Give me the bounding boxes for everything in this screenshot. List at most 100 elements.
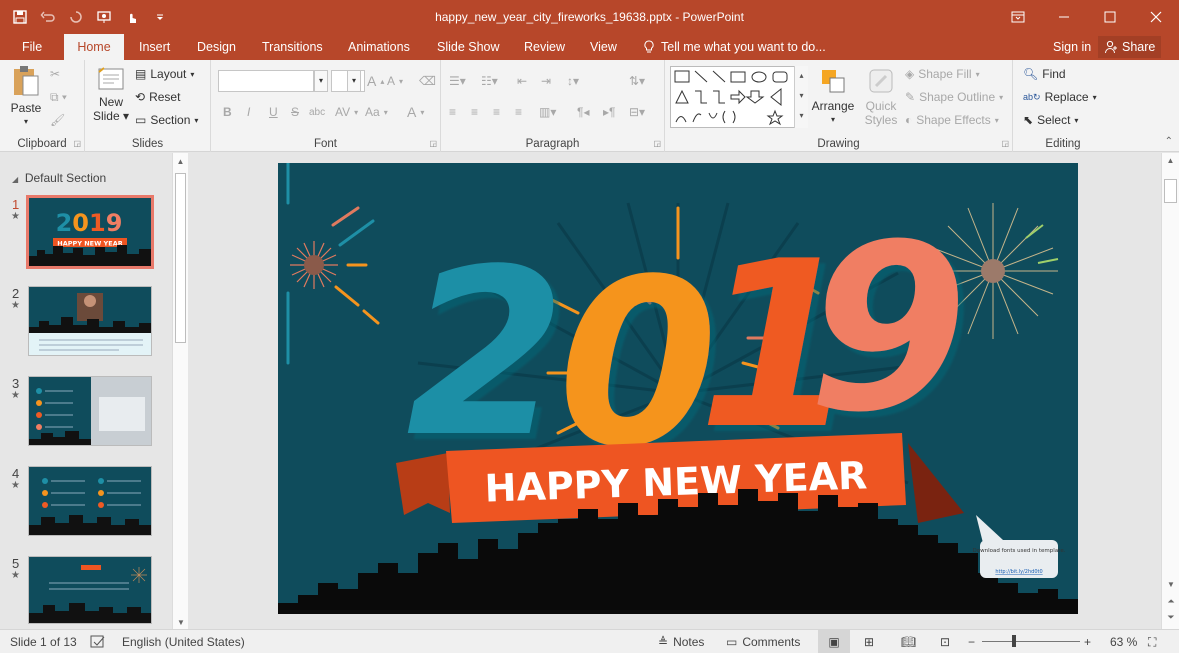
font-launcher-icon[interactable]: ◲ bbox=[429, 139, 437, 148]
language-status[interactable]: English (United States) bbox=[122, 634, 245, 650]
layout-button[interactable]: ▤ Layout ▾ bbox=[135, 64, 194, 84]
numbering-icon[interactable]: ☷▾ bbox=[481, 71, 498, 91]
zoom-level[interactable]: 63 % bbox=[1110, 634, 1137, 650]
tab-animations[interactable]: Animations bbox=[338, 34, 420, 60]
section-header[interactable]: ◢ Default Section bbox=[12, 171, 106, 185]
find-button[interactable]: 🔍︎ Find bbox=[1023, 64, 1066, 84]
align-center-icon[interactable]: ≡ bbox=[471, 102, 478, 122]
tab-transitions[interactable]: Transitions bbox=[252, 34, 333, 60]
increase-indent-icon[interactable]: ⇥ bbox=[541, 71, 551, 91]
slide-show-icon[interactable]: ⊡ bbox=[940, 634, 950, 650]
text-direction-icon[interactable]: ⇅▾ bbox=[629, 71, 645, 91]
spelling-icon[interactable] bbox=[90, 634, 106, 650]
line-spacing-icon[interactable]: ↕▾ bbox=[567, 71, 579, 91]
share-button[interactable]: Share bbox=[1098, 36, 1162, 58]
collapse-ribbon-icon[interactable]: ⌃ bbox=[1165, 136, 1173, 147]
shape-effects-button[interactable]: ◐ Shape Effects ▾ bbox=[905, 110, 999, 130]
thumb-row-3[interactable]: 3 ★ bbox=[0, 376, 172, 448]
section-button[interactable]: ▭ Section ▾ bbox=[135, 110, 198, 130]
thumb-row-2[interactable]: 2 ★ bbox=[0, 286, 172, 358]
scroll-down-icon[interactable]: ▼ bbox=[1162, 580, 1179, 589]
shrink-font-icon[interactable]: A ▾ bbox=[387, 71, 403, 91]
scroll-down-icon[interactable]: ▼ bbox=[173, 618, 189, 627]
font-color-button[interactable]: A ▾ bbox=[407, 102, 424, 122]
arrange-button[interactable]: Arrange ▾ bbox=[811, 66, 855, 127]
zoom-slider-thumb[interactable] bbox=[1012, 635, 1016, 647]
slide-canvas[interactable]: 2 0 1 9 HAPPY NEW YEAR Download fonts us… bbox=[278, 163, 1078, 614]
maximize-icon[interactable] bbox=[1087, 0, 1133, 34]
tab-home[interactable]: Home bbox=[64, 34, 124, 60]
thumb-row-4[interactable]: 4 ★ bbox=[0, 466, 172, 538]
slide-thumbnail-5[interactable] bbox=[28, 556, 152, 624]
clipboard-launcher-icon[interactable]: ◲ bbox=[73, 139, 81, 148]
paste-button[interactable]: Paste ▾ bbox=[6, 64, 46, 129]
scroll-up-icon[interactable]: ▲ bbox=[173, 157, 188, 166]
previous-slide-icon[interactable]: ⏶ bbox=[1162, 596, 1179, 607]
tab-file[interactable]: File bbox=[12, 34, 52, 60]
change-case-button[interactable]: Aa ▾ bbox=[365, 102, 388, 122]
slide-thumbnail-1[interactable]: 2019 HAPPY NEW YEAR bbox=[26, 195, 154, 269]
sign-in-link[interactable]: Sign in bbox=[1053, 34, 1091, 60]
slide-thumbnail-2[interactable] bbox=[28, 286, 152, 356]
clear-formatting-icon[interactable]: ⌫ bbox=[419, 71, 436, 91]
fit-to-window-icon[interactable]: ⛶ bbox=[1148, 634, 1156, 650]
normal-view-icon[interactable]: ▣ bbox=[818, 630, 850, 653]
next-slide-icon[interactable]: ⏷ bbox=[1162, 612, 1179, 623]
quick-styles-button[interactable]: Quick Styles bbox=[859, 66, 903, 127]
new-slide-button[interactable]: New Slide ▾ bbox=[91, 66, 131, 123]
columns-icon[interactable]: ▥▾ bbox=[539, 102, 556, 122]
decrease-indent-icon[interactable]: ⇤ bbox=[517, 71, 527, 91]
format-painter-icon[interactable]: 🖌 bbox=[50, 110, 65, 130]
shape-fill-button[interactable]: ◈ Shape Fill ▾ bbox=[905, 64, 980, 84]
copy-icon[interactable]: ⧉ ▾ bbox=[50, 87, 67, 107]
shadow-button[interactable]: abc bbox=[309, 102, 325, 122]
grow-font-icon[interactable]: A ▴ bbox=[367, 71, 384, 91]
tab-review[interactable]: Review bbox=[514, 34, 575, 60]
minimize-icon[interactable] bbox=[1041, 0, 1087, 34]
shapes-gallery[interactable] bbox=[670, 66, 808, 128]
ribbon-display-icon[interactable] bbox=[995, 0, 1041, 34]
tab-slide-show[interactable]: Slide Show bbox=[427, 34, 510, 60]
tell-me-box[interactable]: Tell me what you want to do... bbox=[643, 34, 826, 60]
italic-button[interactable]: I bbox=[247, 102, 250, 122]
zoom-out-icon[interactable]: − bbox=[968, 634, 975, 650]
rtl-icon[interactable]: ¶◂ bbox=[577, 102, 589, 122]
slide-scrollbar[interactable]: ▲ ▼ ⏶ ⏷ bbox=[1161, 153, 1179, 629]
shapes-scroll[interactable]: ▴ ▾ ▾ bbox=[794, 66, 808, 128]
char-spacing-button[interactable]: AV ▾ bbox=[335, 102, 358, 122]
font-name-dropdown-icon[interactable]: ▾ bbox=[314, 70, 328, 92]
thumb-row-5[interactable]: 5 ★ bbox=[0, 556, 172, 628]
notes-button[interactable]: ≜ Notes bbox=[658, 634, 704, 650]
reset-button[interactable]: ⟲ Reset bbox=[135, 87, 180, 107]
cut-icon[interactable]: ✂ bbox=[50, 64, 60, 84]
justify-icon[interactable]: ≡ bbox=[515, 102, 522, 122]
close-icon[interactable] bbox=[1133, 0, 1179, 34]
font-size-dropdown-icon[interactable]: ▾ bbox=[347, 70, 361, 92]
scroll-up-icon[interactable]: ▲ bbox=[1162, 156, 1179, 165]
align-text-icon[interactable]: ⊟▾ bbox=[629, 102, 645, 122]
align-left-icon[interactable]: ≡ bbox=[449, 102, 456, 122]
comments-button[interactable]: ▭ Comments bbox=[726, 634, 800, 650]
font-name-input[interactable] bbox=[218, 70, 314, 92]
ltr-icon[interactable]: ▸¶ bbox=[603, 102, 615, 122]
scroll-thumb[interactable] bbox=[1164, 179, 1177, 203]
align-right-icon[interactable]: ≡ bbox=[493, 102, 500, 122]
select-button[interactable]: ⬉ Select ▾ bbox=[1023, 110, 1078, 130]
tab-view[interactable]: View bbox=[580, 34, 627, 60]
reading-view-icon[interactable]: 📖︎ bbox=[901, 634, 916, 650]
thumb-row-1[interactable]: 1 ★ 2019 HAPPY NEW YEAR bbox=[0, 195, 172, 269]
strikethrough-button[interactable]: S bbox=[291, 102, 299, 122]
shape-outline-button[interactable]: ✎ Shape Outline ▾ bbox=[905, 87, 1003, 107]
slide-thumbnail-4[interactable] bbox=[28, 466, 152, 536]
bold-button[interactable]: B bbox=[223, 102, 232, 122]
underline-button[interactable]: U bbox=[269, 102, 278, 122]
drawing-launcher-icon[interactable]: ◲ bbox=[1001, 139, 1009, 148]
paragraph-launcher-icon[interactable]: ◲ bbox=[653, 139, 661, 148]
slides-panel-scrollbar[interactable]: ▲ ▼ bbox=[172, 153, 188, 629]
tab-insert[interactable]: Insert bbox=[129, 34, 180, 60]
scroll-thumb[interactable] bbox=[175, 173, 186, 343]
replace-button[interactable]: ab↻ Replace ▾ bbox=[1023, 87, 1097, 107]
slide-thumbnail-3[interactable] bbox=[28, 376, 152, 446]
tab-design[interactable]: Design bbox=[187, 34, 246, 60]
bullets-icon[interactable]: ☰▾ bbox=[449, 71, 466, 91]
